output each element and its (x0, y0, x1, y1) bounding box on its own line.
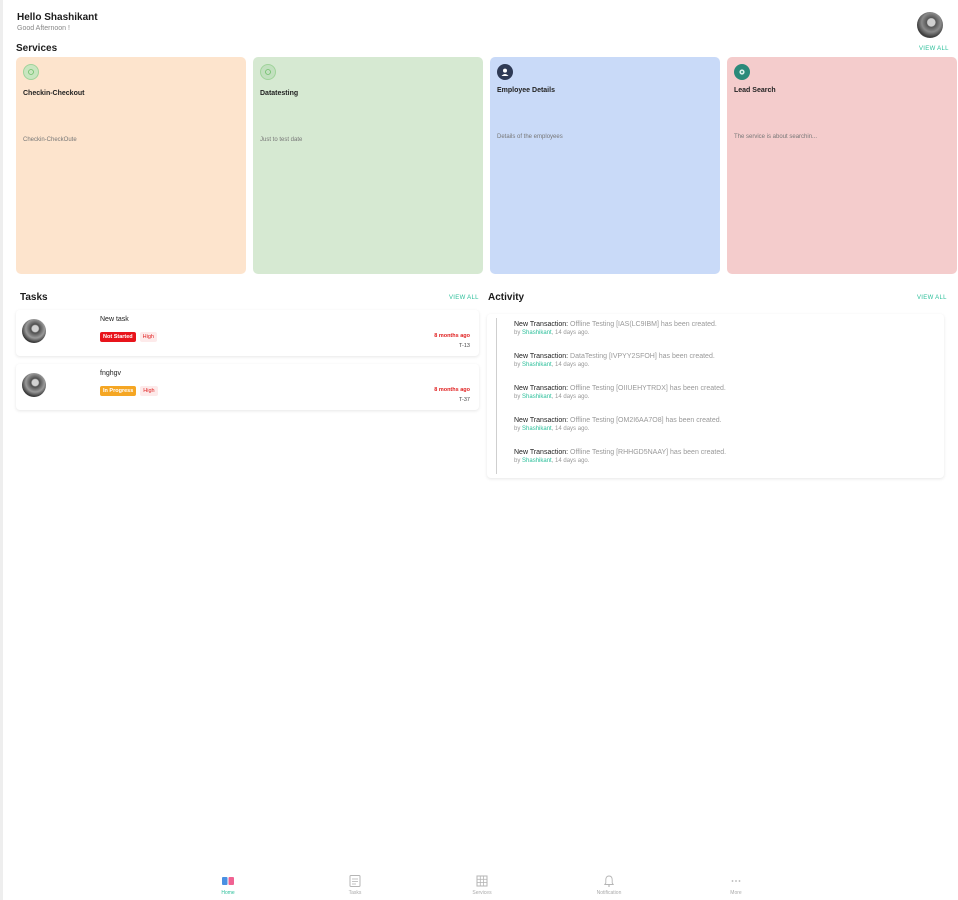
gear-icon (734, 64, 750, 80)
task-number: T-37 (458, 397, 470, 403)
tasks-view-all-link[interactable]: VIEW ALL (449, 295, 479, 301)
activity-text: Offline Testing [IAS(LC9IBM] has been cr… (570, 321, 717, 328)
header: Hello Shashikant Good Afternoon ! (17, 12, 945, 52)
service-card-lead-search[interactable]: Lead Search The service is about searchi… (727, 57, 957, 274)
activity-when: 14 days ago. (555, 458, 590, 464)
activity-view-all-link[interactable]: VIEW ALL (917, 295, 947, 301)
activity-feed: New Transaction: Offline Testing [IAS(LC… (487, 314, 944, 478)
service-description: Details of the employees (497, 134, 563, 140)
avatar (22, 373, 46, 397)
nav-label: Home (221, 890, 235, 896)
activity-text: Offline Testing [OM2I6AA7O8] has been cr… (570, 417, 722, 424)
activity-when: 14 days ago. (555, 426, 590, 432)
avatar (22, 319, 46, 343)
service-card-checkin-checkout[interactable]: Checkin-Checkout Checkin-CheckOute (16, 57, 246, 274)
task-title: fnghgv (100, 370, 122, 377)
activity-by: by (514, 394, 521, 400)
status-badge: In Progress (100, 386, 137, 396)
activity-text: DataTesting [IVPYY2SFOH] has been create… (570, 353, 715, 360)
priority-badge: High (139, 332, 157, 342)
activity-item: New Transaction: Offline Testing [RHHGD5… (514, 449, 727, 464)
service-card-datatesting[interactable]: Datatesting Just to test date (253, 57, 483, 274)
home-grid-icon (222, 877, 234, 885)
task-time: 8 months ago (434, 333, 470, 339)
nav-item-more[interactable]: More (706, 872, 766, 896)
activity-lead: New Transaction: (514, 353, 569, 360)
activity-lead: New Transaction: (514, 385, 569, 392)
nav-item-notification[interactable]: Notification (579, 872, 639, 896)
tasks-list: New task Not Started High 8 months ago T… (16, 310, 479, 418)
dashboard-page: Hello Shashikant Good Afternoon ! Servic… (0, 0, 958, 900)
activity-item: New Transaction: Offline Testing [OIIUEH… (514, 385, 726, 400)
task-badges: In Progress High (100, 386, 158, 396)
activity-user-link[interactable]: Shashikant (522, 458, 552, 464)
services-grid-icon (476, 875, 488, 887)
priority-badge: High (140, 386, 158, 396)
timeline-line (496, 318, 497, 474)
activity-by: by (514, 362, 521, 368)
service-card-employee-details[interactable]: Employee Details Details of the employee… (490, 57, 720, 274)
activity-lead: New Transaction: (514, 449, 569, 456)
user-icon (497, 64, 513, 80)
activity-title: Activity (488, 292, 525, 303)
services-title: Services (16, 43, 58, 54)
activity-user-link[interactable]: Shashikant (522, 426, 552, 432)
activity-item: New Transaction: Offline Testing [OM2I6A… (514, 417, 722, 432)
bottom-nav: Home Tasks Services Notification More (3, 872, 958, 900)
task-list-icon (349, 875, 361, 887)
service-name: Datatesting (260, 90, 299, 97)
service-name: Lead Search (734, 87, 776, 94)
service-description: Checkin-CheckOute (23, 137, 77, 143)
tasks-title: Tasks (20, 292, 48, 303)
nav-label: More (730, 890, 742, 896)
activity-text: Offline Testing [RHHGD5NAAY] has been cr… (570, 449, 727, 456)
nav-item-services[interactable]: Services (452, 872, 512, 896)
activity-lead: New Transaction: (514, 417, 569, 424)
activity-user-link[interactable]: Shashikant (522, 330, 552, 336)
activity-user-link[interactable]: Shashikant (522, 362, 552, 368)
activity-when: 14 days ago. (555, 330, 590, 336)
services-row: Checkin-Checkout Checkin-CheckOute Datat… (16, 57, 957, 274)
task-card[interactable]: fnghgv In Progress High 8 months ago T-3… (16, 364, 479, 410)
nav-label: Services (472, 890, 492, 896)
activity-when: 14 days ago. (555, 362, 590, 368)
subgreeting-text: Good Afternoon ! (17, 25, 70, 32)
nav-label: Notification (596, 890, 622, 896)
nav-item-tasks[interactable]: Tasks (325, 872, 385, 896)
activity-item: New Transaction: DataTesting [IVPYY2SFOH… (514, 353, 715, 368)
service-name: Checkin-Checkout (23, 90, 85, 97)
activity-when: 14 days ago. (555, 394, 590, 400)
activity-by: by (514, 458, 521, 464)
task-card[interactable]: New task Not Started High 8 months ago T… (16, 310, 479, 356)
profile-avatar[interactable] (917, 12, 943, 38)
task-title: New task (100, 316, 129, 323)
more-dots-icon (731, 880, 741, 882)
task-time: 8 months ago (434, 387, 470, 393)
circle-outline-icon (260, 64, 276, 80)
activity-lead: New Transaction: (514, 321, 569, 328)
nav-item-home[interactable]: Home (198, 872, 258, 896)
service-description: Just to test date (260, 137, 303, 143)
service-name: Employee Details (497, 87, 555, 94)
greeting-text: Hello Shashikant (17, 12, 98, 23)
status-badge: Not Started (100, 332, 136, 342)
activity-user-link[interactable]: Shashikant (522, 394, 552, 400)
task-badges: Not Started High (100, 332, 157, 342)
activity-item: New Transaction: Offline Testing [IAS(LC… (514, 321, 717, 336)
services-view-all-link[interactable]: VIEW ALL (919, 46, 949, 52)
activity-text: Offline Testing [OIIUEHYTRDX] has been c… (570, 385, 726, 392)
bell-icon (603, 875, 615, 887)
circle-outline-icon (23, 64, 39, 80)
task-number: T-13 (458, 343, 470, 349)
activity-by: by (514, 426, 521, 432)
service-description: The service is about searchin... (734, 134, 818, 140)
nav-label: Tasks (348, 890, 362, 896)
activity-by: by (514, 330, 521, 336)
